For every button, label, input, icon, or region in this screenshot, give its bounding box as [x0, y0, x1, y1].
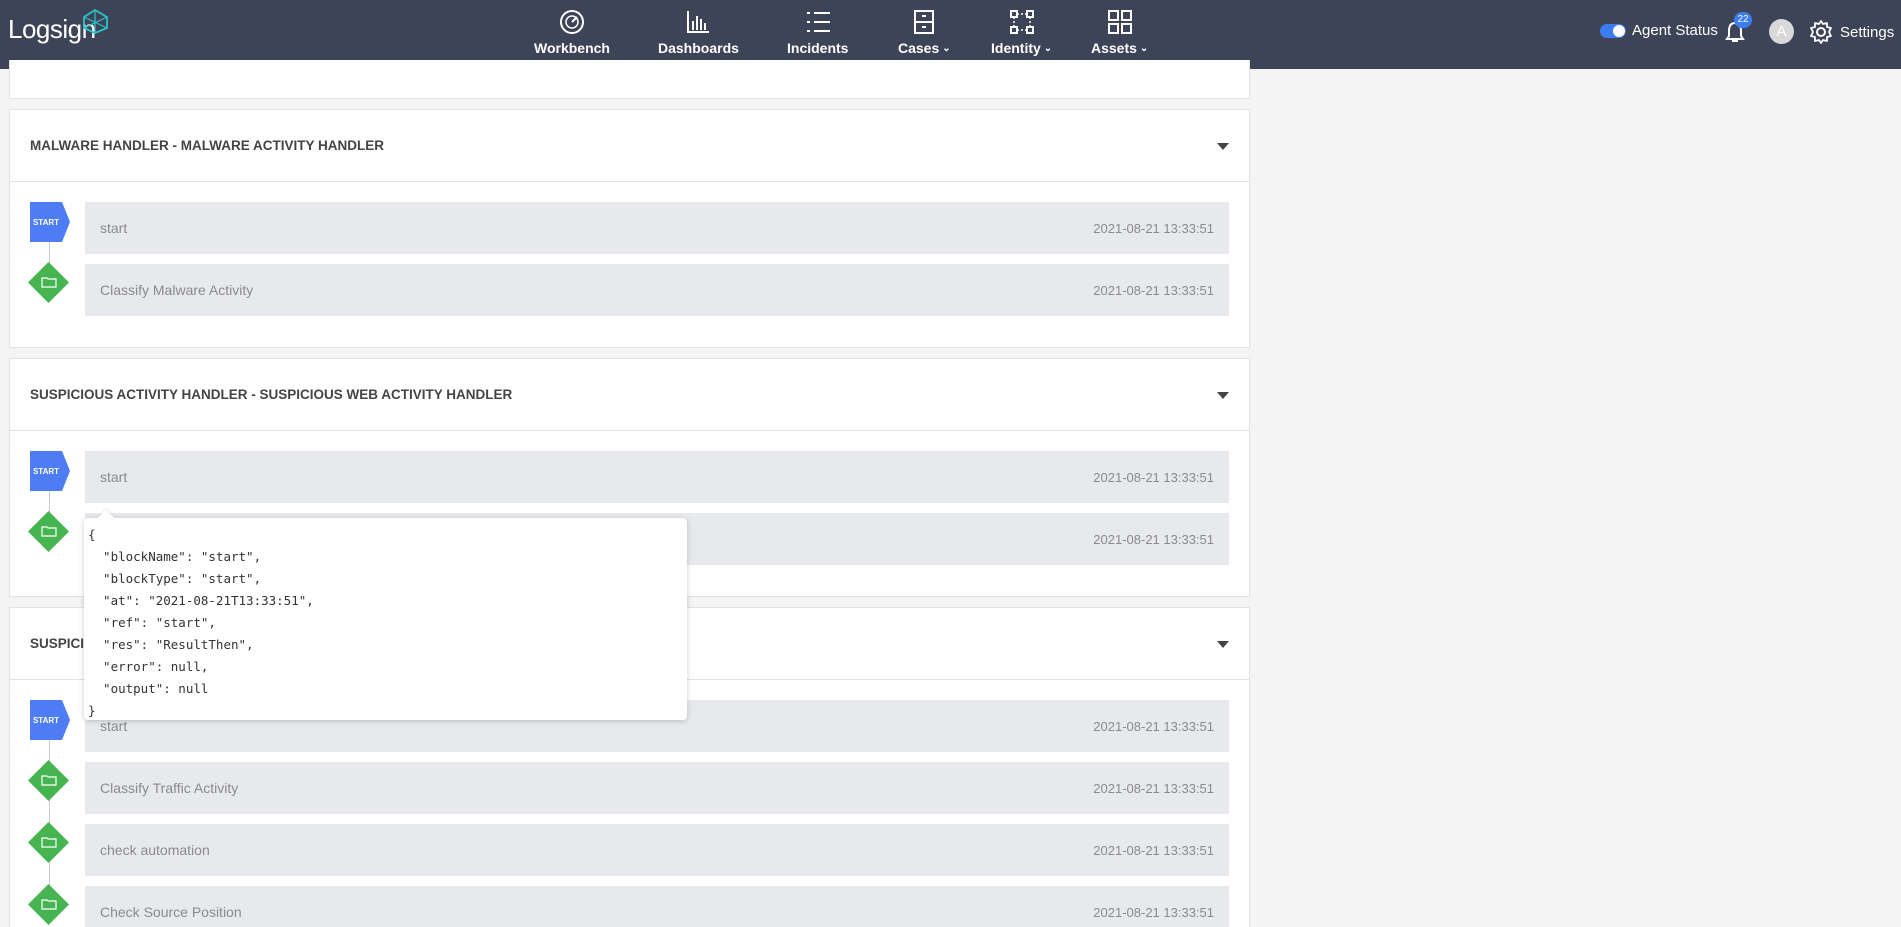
- step-timestamp: 2021-08-21 13:33:51: [1093, 282, 1214, 298]
- panel-title: MALWARE HANDLER - MALWARE ACTIVITY HANDL…: [30, 138, 384, 153]
- bar-chart-icon: [687, 11, 710, 33]
- chevron-down-icon: ⌄: [1139, 42, 1149, 54]
- nav-incidents-label: Incidents: [787, 40, 849, 56]
- folder-icon: [41, 277, 57, 288]
- gauge-icon: [559, 10, 584, 34]
- panel-header[interactable]: MALWARE HANDLER - MALWARE ACTIVITY HANDL…: [10, 110, 1249, 182]
- folder-icon: [41, 837, 57, 848]
- step-timestamp: 2021-08-21 13:33:51: [1093, 220, 1214, 236]
- collapse-toggle-icon[interactable]: [1217, 641, 1229, 648]
- nav-identity[interactable]: Identity ⌄: [991, 8, 1052, 56]
- step-row[interactable]: Check Source Position 2021-08-21 13:33:51: [10, 883, 1249, 927]
- chevron-down-icon: ⌄: [942, 42, 951, 54]
- svg-text:START: START: [33, 716, 59, 725]
- svg-text:START: START: [33, 467, 59, 476]
- svg-text:START: START: [33, 218, 59, 227]
- nav-workbench-label: Workbench: [534, 40, 610, 56]
- step-timestamp: 2021-08-21 13:33:51: [1093, 718, 1214, 734]
- agent-status-label: Agent Status: [1632, 22, 1718, 39]
- tooltip-line: "output": null: [88, 681, 209, 696]
- tooltip-line: "at": "2021-08-21T13:33:51",: [88, 593, 314, 608]
- gear-icon: [1810, 20, 1832, 44]
- step-name: start: [100, 469, 128, 485]
- step-timestamp: 2021-08-21 13:33:51: [1093, 842, 1214, 858]
- notification-badge: 22: [1734, 12, 1752, 28]
- chevron-down-icon: ⌄: [1043, 42, 1053, 54]
- folder-icon: [41, 775, 57, 786]
- nav-assets-label: Assets ⌄: [1091, 40, 1149, 56]
- step-timestamp: 2021-08-21 13:33:51: [1093, 469, 1214, 485]
- playbook-panel: MALWARE HANDLER - MALWARE ACTIVITY HANDL…: [9, 109, 1250, 348]
- step-name: check automation: [100, 842, 210, 858]
- step-timestamp: 2021-08-21 13:33:51: [1093, 531, 1214, 547]
- folder-icon: [41, 526, 57, 537]
- step-row[interactable]: Classify Traffic Activity 2021-08-21 13:3…: [10, 759, 1249, 814]
- nav-workbench[interactable]: Workbench: [534, 8, 610, 56]
- tooltip-line: }: [88, 703, 96, 718]
- step-name: start: [100, 220, 128, 236]
- cabinet-icon: [914, 10, 935, 34]
- collapse-toggle-icon[interactable]: [1217, 392, 1229, 399]
- settings-button[interactable]: Settings: [1808, 19, 1894, 45]
- panel-title: SUSPICIOUS ACTIVITY HANDLER - SUSPICIOUS…: [30, 387, 513, 402]
- network-icon: [1009, 10, 1034, 34]
- collapse-toggle-icon[interactable]: [1217, 143, 1229, 150]
- tooltip-line: "ref": "start",: [88, 615, 216, 630]
- tooltip-line: "error": null,: [88, 659, 209, 674]
- nav-assets[interactable]: Assets ⌄: [1091, 8, 1148, 56]
- list-icon: [806, 12, 830, 32]
- nav-incidents[interactable]: Incidents: [787, 8, 848, 56]
- step-timestamp: 2021-08-21 13:33:51: [1093, 780, 1214, 796]
- nav-dashboards-label: Dashboards: [658, 40, 739, 56]
- step-row[interactable]: Classify Malware Activity 2021-08-21 13:3…: [10, 261, 1249, 316]
- tooltip-line: {: [88, 527, 96, 542]
- start-tag-icon: START: [30, 202, 70, 242]
- nav-cases[interactable]: Cases ⌄: [898, 8, 951, 56]
- panel-partial: [9, 60, 1250, 99]
- agent-status-toggle[interactable]: [1600, 23, 1626, 38]
- start-tag-icon: START: [30, 451, 70, 491]
- step-detail-tooltip: { "blockName": "start", "blockType": "st…: [84, 518, 687, 720]
- step-timestamp: 2021-08-21 13:33:51: [1093, 904, 1214, 920]
- grid-icon: [1107, 10, 1132, 34]
- folder-icon: [41, 899, 57, 910]
- step-row[interactable]: START start 2021-08-21 13:33:51: [10, 451, 1249, 503]
- step-name: Classify Traffic Activity: [100, 780, 239, 796]
- nav-cases-label: Cases ⌄: [898, 40, 951, 56]
- step-row[interactable]: START start 2021-08-21 13:33:51: [10, 202, 1249, 254]
- step-row[interactable]: check automation 2021-08-21 13:33:51: [10, 821, 1249, 876]
- tooltip-line: "res": "ResultThen",: [88, 637, 254, 652]
- panel-header[interactable]: SUSPICIOUS ACTIVITY HANDLER - SUSPICIOUS…: [10, 359, 1249, 431]
- top-nav-bar: Logsign Workbench Dashboards Incidents C…: [0, 0, 1901, 69]
- avatar[interactable]: A: [1769, 19, 1794, 44]
- start-tag-icon: START: [30, 700, 70, 740]
- nav-identity-label: Identity ⌄: [991, 40, 1053, 56]
- settings-label: Settings: [1840, 23, 1895, 41]
- tooltip-line: "blockType": "start",: [88, 571, 262, 586]
- step-name: Classify Malware Activity: [100, 282, 254, 298]
- agent-status[interactable]: Agent Status: [1600, 22, 1718, 39]
- tooltip-line: "blockName": "start",: [88, 549, 262, 564]
- step-name: Check Source Position: [100, 904, 242, 920]
- nav-dashboards[interactable]: Dashboards: [658, 8, 739, 56]
- logo-mark-icon: [83, 8, 108, 34]
